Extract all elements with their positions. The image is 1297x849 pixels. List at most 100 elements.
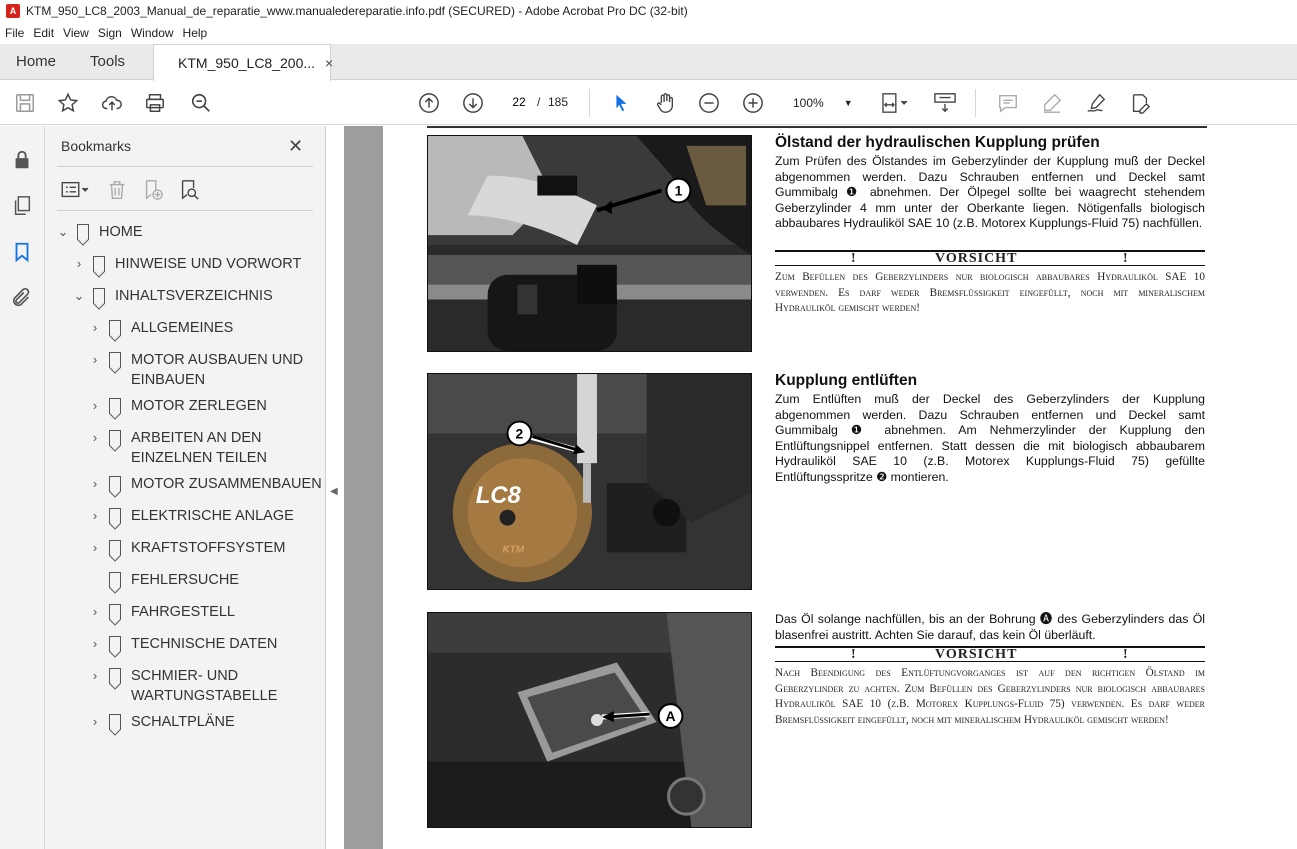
- bookmark-elektrische-anlage[interactable]: › ELEKTRISCHE ANLAGE: [87, 506, 294, 526]
- bookmark-label: FAHRGESTELL: [131, 604, 235, 620]
- callout-2: 2: [516, 425, 524, 441]
- lock-icon[interactable]: [10, 148, 34, 172]
- tab-close-icon[interactable]: ×: [325, 55, 333, 71]
- bookmark-icon: [109, 604, 121, 620]
- main-toolbar: [0, 81, 1297, 125]
- page-number-input[interactable]: [506, 90, 532, 114]
- attachment-icon[interactable]: [10, 286, 34, 310]
- bookmark-home[interactable]: ⌄ HOME: [55, 222, 143, 242]
- page-separator: /: [537, 95, 541, 109]
- hand-tool-icon[interactable]: [653, 91, 677, 115]
- zoom-dropdown[interactable]: 100% ▼: [783, 91, 855, 115]
- bookmark-icon: [109, 352, 121, 368]
- bookmark-icon: [77, 224, 89, 240]
- section3-text: Das Öl solange nachfüllen, bis an der Bo…: [775, 612, 1205, 642]
- find-bookmark-icon[interactable]: [177, 178, 201, 202]
- chevron-right-icon[interactable]: ›: [87, 712, 103, 732]
- options-menu-icon[interactable]: [59, 178, 93, 202]
- chevron-right-icon[interactable]: ›: [87, 350, 103, 370]
- title-bar: A KTM_950_LC8_2003_Manual_de_reparatie_w…: [0, 0, 1297, 22]
- bookmark-label: SCHALTPLÄNE: [131, 714, 235, 730]
- bookmark-label: ARBEITEN AN DEN EINZELNEN TEILEN: [131, 430, 267, 466]
- previous-page-icon[interactable]: [417, 91, 441, 115]
- callout-a: A: [665, 708, 675, 724]
- new-bookmark-icon[interactable]: [141, 178, 165, 202]
- bookmark-fehlersuche[interactable]: FEHLERSUCHE: [87, 570, 239, 590]
- bookmark-schmier-wartung[interactable]: › SCHMIER- UND WARTUNGSTABELLE: [87, 666, 277, 706]
- section1-text: Zum Prüfen des Ölstandes im Geberzylinde…: [775, 154, 1205, 231]
- menu-window[interactable]: Window: [126, 26, 178, 40]
- warning-icon: !: [851, 646, 856, 662]
- zoom-in-icon[interactable]: [741, 91, 765, 115]
- chevron-right-icon[interactable]: ›: [87, 602, 103, 622]
- bookmark-allgemeines[interactable]: › ALLGEMEINES: [87, 318, 233, 338]
- close-icon[interactable]: ✕: [288, 136, 303, 157]
- next-page-icon[interactable]: [461, 91, 485, 115]
- zoom-out-icon[interactable]: [697, 91, 721, 115]
- panel-collapse-handle[interactable]: ◀: [326, 126, 344, 849]
- highlight-pen-icon[interactable]: [1040, 91, 1064, 115]
- bookmarks-toolbar: [59, 178, 213, 202]
- save-icon[interactable]: [13, 91, 37, 115]
- warning-icon: !: [1123, 646, 1128, 662]
- comment-icon[interactable]: [996, 91, 1020, 115]
- bookmark-icon: [109, 476, 121, 492]
- acrobat-logo-icon: A: [6, 4, 20, 18]
- menu-file[interactable]: File: [0, 26, 28, 40]
- star-icon[interactable]: [56, 91, 80, 115]
- select-cursor-icon[interactable]: [609, 91, 633, 115]
- chevron-right-icon[interactable]: ›: [87, 666, 103, 686]
- chevron-right-icon[interactable]: ›: [71, 254, 87, 274]
- bookmark-label: FEHLERSUCHE: [131, 572, 239, 588]
- bookmark-kraftstoffsystem[interactable]: › KRAFTSTOFFSYSTEM: [87, 538, 285, 558]
- chevron-right-icon[interactable]: ›: [87, 318, 103, 338]
- menu-edit[interactable]: Edit: [28, 26, 58, 40]
- section2-text: Zum Entlüften muß der Deckel des Geberzy…: [775, 392, 1205, 484]
- menu-help[interactable]: Help: [178, 26, 212, 40]
- chevron-right-icon[interactable]: ›: [87, 396, 103, 416]
- edit-document-icon[interactable]: [1128, 91, 1152, 115]
- bookmark-arbeiten[interactable]: › ARBEITEN AN DEN EINZELNEN TEILEN: [87, 428, 267, 468]
- upload-cloud-icon[interactable]: [100, 91, 124, 115]
- bookmark-icon: [109, 714, 121, 730]
- bookmark-schaltplaene[interactable]: › SCHALTPLÄNE: [87, 712, 235, 732]
- bookmark-motor-zerlegen[interactable]: › MOTOR ZERLEGEN: [87, 396, 267, 416]
- chevron-down-icon[interactable]: ⌄: [71, 286, 87, 306]
- tab-home[interactable]: Home: [0, 44, 72, 79]
- zoom-value: 100%: [793, 96, 824, 110]
- delete-bookmark-icon[interactable]: [105, 178, 129, 202]
- document-viewport[interactable]: 1 Ölstand der hydraulischen Kupplung prü…: [344, 126, 1297, 849]
- chevron-right-icon[interactable]: ›: [87, 474, 103, 494]
- bookmark-technische-daten[interactable]: › TECHNISCHE DATEN: [87, 634, 277, 654]
- bookmark-panel-icon[interactable]: [10, 240, 34, 264]
- print-icon[interactable]: [143, 91, 167, 115]
- bookmark-motor-ausbauen[interactable]: › MOTOR AUSBAUEN UND EINBAUEN: [87, 350, 303, 390]
- bookmark-label: MOTOR ZUSAMMENBAUEN: [131, 476, 322, 492]
- menu-view[interactable]: View: [58, 26, 93, 40]
- page-fit-icon[interactable]: [876, 91, 912, 115]
- page-thumbnails-icon[interactable]: [10, 194, 34, 218]
- photo-clutch-bleeding: LC8 KTM 2: [427, 373, 752, 590]
- tab-tools[interactable]: Tools: [72, 44, 141, 79]
- bookmark-label: HINWEISE UND VORWORT: [115, 256, 302, 272]
- chevron-right-icon[interactable]: ›: [87, 538, 103, 558]
- chevron-down-icon[interactable]: ⌄: [55, 222, 71, 242]
- bookmarks-title: Bookmarks: [61, 138, 132, 154]
- chevron-right-icon[interactable]: ›: [87, 428, 103, 448]
- chevron-right-icon[interactable]: ›: [87, 506, 103, 526]
- sign-icon[interactable]: [1084, 91, 1108, 115]
- bookmark-icon: [93, 256, 105, 272]
- chevron-right-icon[interactable]: ›: [87, 634, 103, 654]
- bookmark-inhaltsverzeichnis[interactable]: ⌄ INHALTSVERZEICHNIS: [71, 286, 273, 306]
- menu-sign[interactable]: Sign: [93, 26, 126, 40]
- bookmark-icon: [109, 508, 121, 524]
- zoom-search-icon[interactable]: [189, 91, 213, 115]
- bookmark-hinweise[interactable]: › HINWEISE UND VORWORT: [71, 254, 301, 274]
- scroll-mode-icon[interactable]: [931, 91, 959, 115]
- pdf-page: 1 Ölstand der hydraulischen Kupplung prü…: [383, 126, 1297, 849]
- bookmark-label: SCHMIER- UND WARTUNGSTABELLE: [131, 668, 278, 704]
- bookmarks-panel: Bookmarks ✕ ⌄ HOME › HINWEISE UND VORWOR…: [45, 126, 326, 849]
- bookmark-fahrgestell[interactable]: › FAHRGESTELL: [87, 602, 235, 622]
- tab-document[interactable]: KTM_950_LC8_200... ×: [153, 44, 333, 81]
- bookmark-motor-zusammenbauen[interactable]: › MOTOR ZUSAMMENBAUEN: [87, 474, 322, 494]
